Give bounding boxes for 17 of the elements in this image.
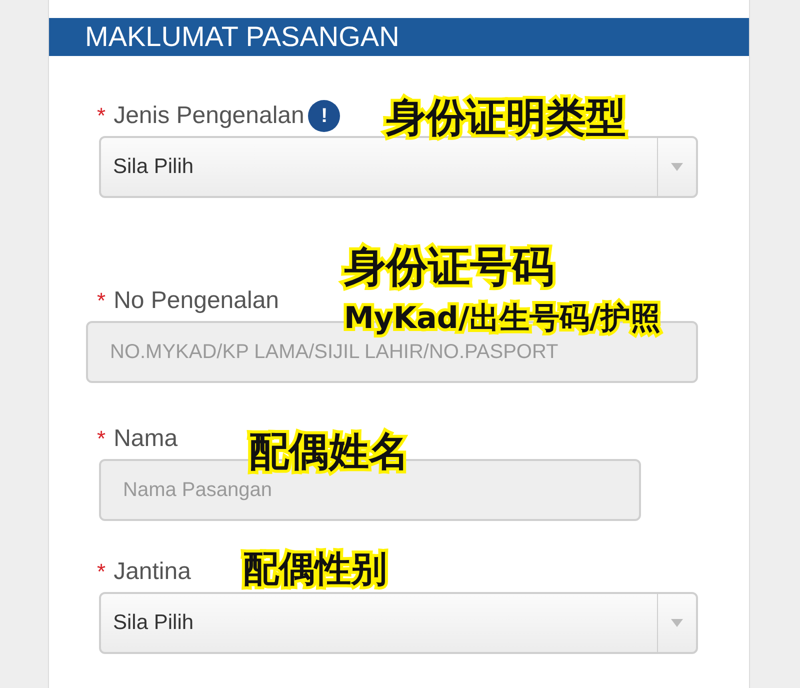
field-label: Jenis Pengenalan (114, 102, 304, 130)
required-mark: * (97, 559, 106, 585)
info-button[interactable]: ! (308, 100, 340, 132)
caret-icon (670, 162, 684, 172)
section-header: MAKLUMAT PASANGAN (49, 18, 749, 56)
required-mark: * (97, 288, 106, 314)
select-field[interactable]: Sila Pilih (99, 136, 698, 198)
field-label: Nama (114, 425, 178, 453)
annotation-text: 配偶性别 (243, 552, 387, 588)
caret-icon (670, 618, 684, 628)
select-field[interactable]: Sila Pilih (99, 592, 698, 654)
required-mark: * (97, 426, 106, 452)
annotation-text: 身份证号码 (344, 246, 554, 288)
required-mark: * (97, 103, 106, 129)
annotation-text: 身份证明类型 (386, 98, 626, 138)
field-label: Jantina (114, 558, 191, 586)
field-label: No Pengenalan (114, 287, 280, 315)
